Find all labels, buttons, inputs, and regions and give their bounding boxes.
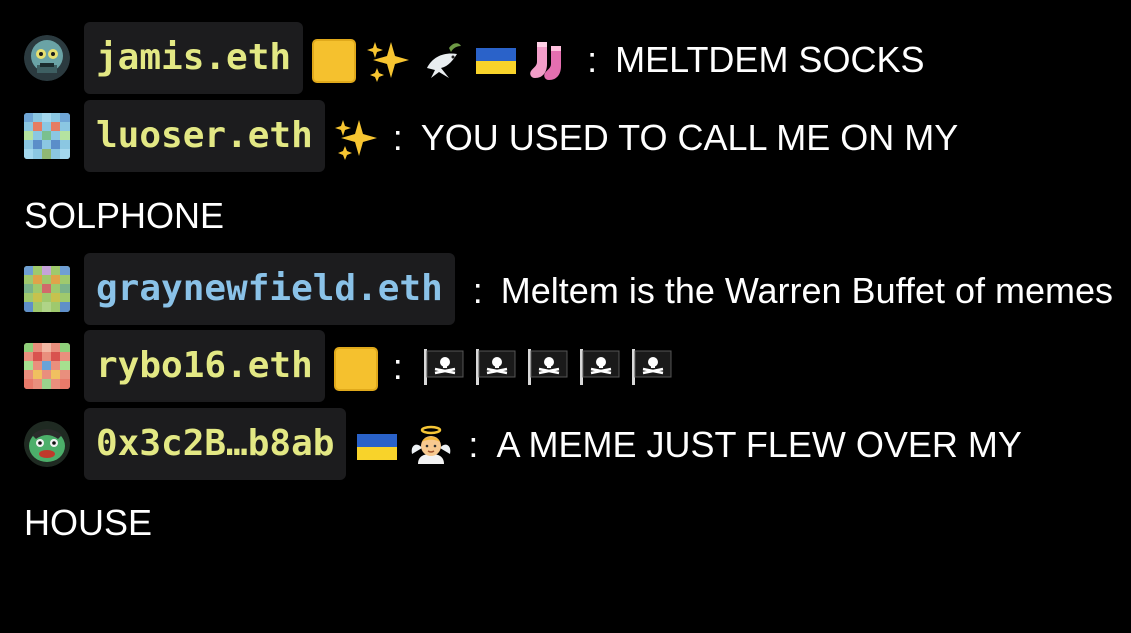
chat-message: rybo16.eth: <box>24 329 1119 407</box>
message-text: Meltem is the Warren Buffet of memes <box>500 269 1114 311</box>
socks-icon <box>527 38 573 84</box>
chat-message: graynewfield.eth: Meltem is the Warren Bu… <box>24 253 1119 329</box>
dove-icon <box>419 38 465 84</box>
username[interactable]: jamis.eth <box>84 22 304 95</box>
ukraine-flag-icon <box>473 38 519 84</box>
username[interactable]: 0x3c2B…b8ab <box>84 407 347 480</box>
badge-list <box>333 328 387 403</box>
yellow-square-icon <box>311 38 357 84</box>
pixel-blue-avatar[interactable] <box>24 113 70 160</box>
sparkles-icon <box>365 38 411 84</box>
yellow-square-icon <box>333 346 379 392</box>
separator: : <box>392 116 403 158</box>
badge-list <box>311 21 581 96</box>
pixel-green-avatar[interactable] <box>24 266 70 313</box>
badge-list <box>333 99 387 174</box>
separator: : <box>468 424 479 466</box>
badge-list <box>354 406 462 481</box>
green-face-avatar[interactable] <box>24 420 70 467</box>
pirate-flag-list <box>421 346 681 387</box>
pirate-flag-icon <box>421 343 467 389</box>
username[interactable]: luoser.eth <box>84 100 325 173</box>
pirate-flag-icon <box>629 343 675 389</box>
pirate-flag-icon <box>525 343 571 389</box>
zombie-face-avatar[interactable] <box>24 35 70 82</box>
baby-angel-icon <box>408 424 454 470</box>
chat-message: jamis.eth: MELTDEM SOCKS <box>24 22 1119 100</box>
separator: : <box>587 39 598 80</box>
chat-message: luoser.eth: YOU USED TO CALL ME ON MY SOL… <box>24 100 1119 253</box>
sparkles-icon <box>333 116 379 162</box>
message-text: MELTDEM SOCKS <box>615 39 925 80</box>
pirate-flag-icon <box>473 343 519 389</box>
ukraine-flag-icon <box>354 424 400 470</box>
pixel-red-avatar[interactable] <box>24 342 70 389</box>
username[interactable]: graynewfield.eth <box>84 253 455 326</box>
separator: : <box>392 346 403 388</box>
pirate-flag-icon <box>577 343 623 389</box>
chat-message: 0x3c2B…b8ab: A MEME JUST FLEW OVER MY HOU… <box>24 407 1119 560</box>
chat-log: jamis.eth: MELTDEM SOCKS luoser.eth: YOU U… <box>24 22 1119 560</box>
username[interactable]: rybo16.eth <box>84 329 325 402</box>
separator: : <box>472 269 483 311</box>
